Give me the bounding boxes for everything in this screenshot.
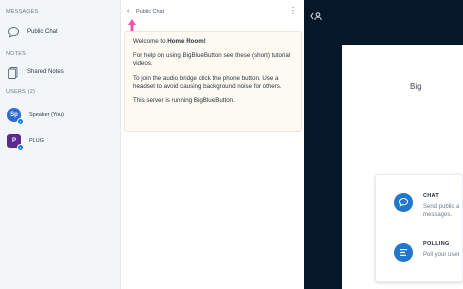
audio-text: To join the audio bridge click the phone… [133, 74, 282, 90]
sidebar-item-label: Shared Notes [27, 69, 64, 75]
user-list-item[interactable]: Sp ▪ Speaker (You) [0, 106, 121, 126]
chevron-left-icon[interactable]: ‹ [127, 7, 129, 17]
chat-title[interactable]: Public Chat [136, 9, 164, 15]
user-list-item[interactable]: P ▪ PLUG [0, 132, 121, 152]
chat-header: ‹ Public Chat ⋮ [121, 5, 304, 19]
presentation-area: Big CHAT Send public a messages. POLLING… [304, 0, 463, 289]
avatar: Sp ▪ [7, 108, 24, 125]
features-card: CHAT Send public a messages. POLLING Pol… [375, 174, 463, 282]
sidebar-item-public-chat[interactable]: Public Chat [0, 22, 121, 42]
chat-icon [394, 193, 413, 212]
welcome-room-name: Home Room! [167, 38, 206, 45]
server-text: This server is running BigBlueButton. [133, 97, 235, 105]
user-name: Speaker (You) [29, 112, 64, 118]
polling-icon [394, 243, 413, 262]
notes-section-title: NOTES [6, 51, 26, 57]
sidebar-item-label: Public Chat [27, 29, 58, 35]
welcome-prefix: Welcome to [133, 38, 168, 45]
presenter-icon: ▪ [17, 118, 24, 125]
help-text: For help on using BigBlueButton see thes… [133, 52, 291, 68]
sidebar-item-shared-notes[interactable]: Shared Notes [0, 62, 121, 82]
more-options-icon[interactable]: ⋮ [289, 6, 297, 16]
notes-icon [8, 66, 18, 79]
feature-description: Send public a [423, 204, 460, 210]
feature-title: POLLING [423, 241, 450, 247]
avatar: P ▪ [7, 134, 24, 151]
slide-title: Big [410, 82, 422, 91]
toggle-user-list-icon[interactable] [310, 11, 322, 21]
feature-title: CHAT [423, 193, 440, 199]
user-name: PLUG [29, 138, 44, 144]
users-section-title: USERS (2) [6, 89, 35, 95]
chat-icon [8, 26, 19, 38]
user-list-sidebar: MESSAGES Public Chat NOTES Shared Notes … [0, 0, 121, 289]
status-icon: ▪ [17, 144, 24, 151]
feature-description: messages. [423, 212, 453, 218]
welcome-message: Welcome to Home Room! For help on using … [124, 31, 302, 132]
messages-section-title: MESSAGES [6, 9, 39, 15]
feature-description: Poll your user [423, 252, 460, 258]
